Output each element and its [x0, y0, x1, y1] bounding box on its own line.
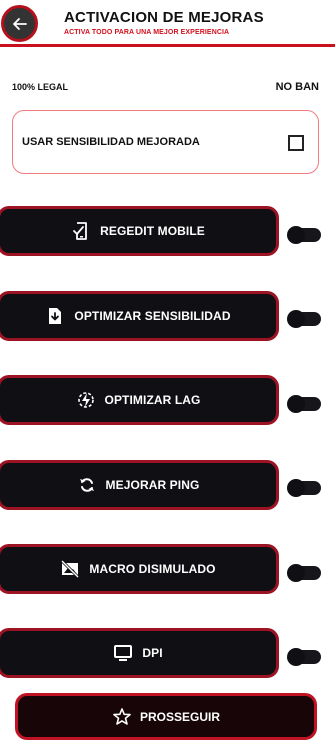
option-label: OPTIMIZAR LAG	[104, 393, 201, 407]
star-icon	[112, 707, 132, 727]
optimizar-lag-toggle[interactable]	[287, 395, 321, 413]
optimizar-lag-button[interactable]: OPTIMIZAR LAG	[0, 375, 279, 425]
toggle-knob	[287, 479, 305, 497]
arrow-left-icon	[12, 17, 27, 30]
sensitivity-checkbox[interactable]	[288, 135, 304, 151]
page-title: ACTIVACION DE MEJORAS	[64, 9, 264, 26]
phone-check-icon	[71, 221, 91, 241]
toggle-knob	[287, 395, 305, 413]
toggle-knob	[287, 648, 305, 666]
lightning-gear-icon	[76, 390, 96, 410]
option-label: DPI	[142, 646, 163, 660]
option-label: OPTIMIZAR SENSIBILIDAD	[74, 309, 231, 323]
header-divider	[0, 44, 335, 47]
optimizar-sensibilidad-button[interactable]: OPTIMIZAR SENSIBILIDAD	[0, 291, 279, 341]
header: ACTIVACION DE MEJORAS ACTIVA TODO PARA U…	[0, 0, 335, 52]
macro-disimulado-toggle[interactable]	[287, 564, 321, 582]
regedit-mobile-toggle[interactable]	[287, 226, 321, 244]
back-button[interactable]	[1, 5, 38, 42]
toggle-knob	[287, 564, 305, 582]
image-off-icon	[60, 559, 80, 579]
option-label: MEJORAR PING	[105, 478, 200, 492]
proceed-label: PROSSEGUIR	[139, 709, 220, 724]
option-label: MACRO DISIMULADO	[89, 562, 216, 576]
macro-disimulado-button[interactable]: MACRO DISIMULADO	[0, 544, 279, 594]
toggle-knob	[287, 310, 305, 328]
sensitivity-label: USAR SENSIBILIDAD MEJORADA	[22, 136, 200, 148]
legal-label: 100% LEGAL	[12, 82, 69, 92]
monitor-icon	[113, 643, 133, 663]
optimizar-sensibilidad-toggle[interactable]	[287, 310, 321, 328]
regedit-mobile-button[interactable]: REGEDIT MOBILE	[0, 206, 279, 256]
option-label: REGEDIT MOBILE	[100, 224, 205, 238]
toggle-knob	[287, 226, 305, 244]
mejorar-ping-button[interactable]: MEJORAR PING	[0, 460, 279, 510]
proceed-button[interactable]: PROSSEGUIR	[15, 693, 317, 740]
dpi-toggle[interactable]	[287, 648, 321, 666]
dpi-button[interactable]: DPI	[0, 628, 279, 678]
refresh-icon	[77, 475, 97, 495]
page-subtitle: ACTIVA TODO PARA UNA MEJOR EXPERIENCIA	[64, 29, 230, 36]
file-download-icon	[45, 306, 65, 326]
sensitivity-card[interactable]: USAR SENSIBILIDAD MEJORADA	[12, 110, 319, 174]
mejorar-ping-toggle[interactable]	[287, 479, 321, 497]
status-row: 100% LEGAL NO BAN	[0, 81, 335, 96]
no-ban-label: NO BAN	[275, 81, 319, 93]
